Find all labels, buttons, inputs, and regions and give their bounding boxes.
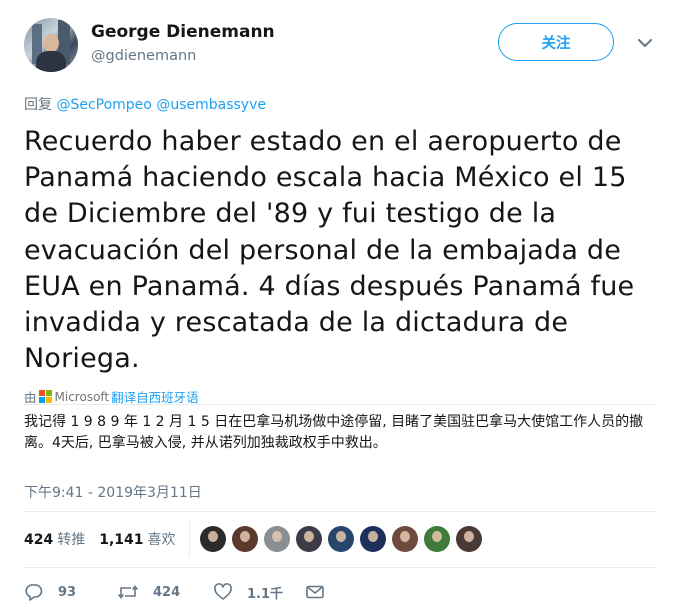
liker-avatar[interactable] bbox=[328, 526, 354, 552]
mention-link[interactable]: @SecPompeo bbox=[56, 97, 151, 113]
chevron-down-icon[interactable] bbox=[636, 35, 654, 49]
direct-message-action[interactable] bbox=[305, 582, 339, 602]
retweets-count: 424 bbox=[24, 532, 54, 548]
heart-icon bbox=[214, 583, 232, 600]
tweet-actions: 93 424 1.1千 bbox=[24, 582, 339, 602]
liker-avatar[interactable] bbox=[296, 526, 322, 552]
liker-avatar[interactable] bbox=[360, 526, 386, 552]
divider bbox=[24, 567, 656, 568]
like-action[interactable]: 1.1千 bbox=[213, 582, 305, 602]
reply-prefix: 回复 bbox=[24, 97, 52, 113]
microsoft-logo-icon bbox=[38, 390, 52, 403]
envelope-icon bbox=[306, 585, 324, 599]
reply-count: 93 bbox=[58, 584, 77, 600]
stats-divider bbox=[189, 521, 190, 557]
like-count: 1.1千 bbox=[247, 586, 284, 602]
liker-avatar[interactable] bbox=[200, 526, 226, 552]
retweet-icon bbox=[117, 585, 139, 599]
avatar-head bbox=[43, 34, 59, 52]
author-handle[interactable]: @gdienemann bbox=[91, 48, 196, 64]
retweets-stat[interactable]: 424 转推 bbox=[24, 529, 85, 549]
likes-stat[interactable]: 1,141 喜欢 bbox=[99, 529, 175, 549]
retweets-label: 转推 bbox=[57, 532, 86, 548]
engagement-stats: 424 转推 1,141 喜欢 bbox=[24, 529, 176, 549]
liker-avatar[interactable] bbox=[456, 526, 482, 552]
reply-action[interactable]: 93 bbox=[24, 582, 117, 602]
mention-link[interactable]: @usembassyve bbox=[156, 97, 266, 113]
retweet-count: 424 bbox=[153, 584, 181, 600]
reply-icon bbox=[25, 584, 43, 601]
divider bbox=[24, 404, 656, 405]
liker-avatar[interactable] bbox=[264, 526, 290, 552]
tweet-timestamp[interactable]: 下午9:41 - 2019年3月11日 bbox=[24, 482, 202, 502]
likes-count: 1,141 bbox=[99, 532, 144, 548]
author-name[interactable]: George Dienemann bbox=[91, 22, 275, 42]
liker-avatars bbox=[200, 526, 482, 552]
translation-provider: Microsoft bbox=[54, 389, 110, 404]
liker-avatar[interactable] bbox=[424, 526, 450, 552]
liker-avatar[interactable] bbox=[232, 526, 258, 552]
avatar-body bbox=[36, 51, 66, 72]
reply-context: 回复 @SecPompeo @usembassyve bbox=[24, 94, 266, 114]
tweet-text: Recuerdo haber estado en el aeropuerto d… bbox=[24, 126, 635, 375]
follow-button[interactable]: 关注 bbox=[498, 23, 614, 61]
author-avatar[interactable] bbox=[24, 18, 78, 72]
liker-avatar[interactable] bbox=[392, 526, 418, 552]
retweet-action[interactable]: 424 bbox=[117, 582, 213, 602]
divider bbox=[24, 511, 656, 512]
likes-label: 喜欢 bbox=[147, 532, 176, 548]
translated-text: 我记得 1 9 8 9 年 1 2 月 1 5 日在巴拿马机场做中途停留, 目睹… bbox=[24, 414, 644, 451]
